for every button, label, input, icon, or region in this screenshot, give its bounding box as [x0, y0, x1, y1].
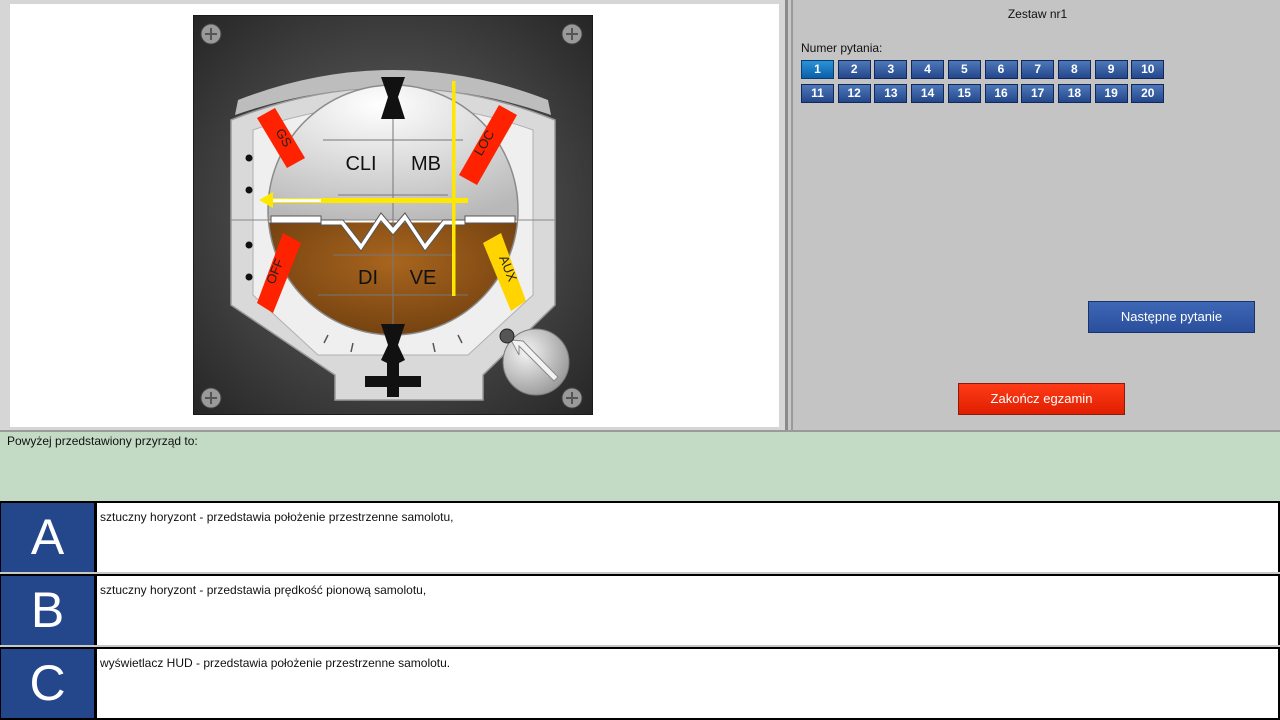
screw-icon [561, 23, 583, 45]
question-number-button[interactable]: 20 [1131, 84, 1165, 103]
question-number-button[interactable]: 9 [1094, 60, 1128, 79]
question-number-button[interactable]: 7 [1021, 60, 1055, 79]
answer-letter-b[interactable]: B [1, 576, 94, 645]
right-panel: Zestaw nr1 Numer pytania: 1 2 3 4 5 6 7 8 9 10 11 1… [791, 0, 1280, 430]
question-number-button[interactable]: 4 [911, 60, 945, 79]
answer-body-b[interactable]: sztuczny horyzont - przedstawia prędkość… [97, 576, 1278, 645]
question-number-button[interactable]: 19 [1094, 84, 1128, 103]
question-number-button[interactable]: 18 [1057, 84, 1091, 103]
question-number-button[interactable]: 13 [874, 84, 908, 103]
question-number-button[interactable]: 14 [911, 84, 945, 103]
question-text: Powyżej przedstawiony przyrząd to: [7, 434, 198, 448]
image-panel: CLI MB DI VE GS LOC OFF AUX [0, 0, 788, 430]
question-number-button[interactable]: 17 [1021, 84, 1055, 103]
answer-body-a[interactable]: sztuczny horyzont - przedstawia położeni… [97, 503, 1278, 572]
answer-text-b: sztuczny horyzont - przedstawia prędkość… [100, 583, 427, 597]
svg-text:CLI: CLI [345, 153, 376, 175]
answer-body-c[interactable]: wyświetlacz HUD - przedstawia położenie … [97, 649, 1278, 718]
answer-letter-a[interactable]: A [1, 503, 94, 572]
question-number-button[interactable]: 10 [1131, 60, 1165, 79]
screw-icon [200, 23, 222, 45]
ground-label-right: VE [410, 267, 437, 289]
next-question-button[interactable]: Następne pytanie [1088, 301, 1255, 333]
screw-icon [200, 387, 222, 409]
answer-text-a: sztuczny horyzont - przedstawia położeni… [100, 510, 454, 524]
question-bar: Powyżej przedstawiony przyrząd to: [0, 430, 1280, 501]
answer-option-c[interactable]: C wyświetlacz HUD - przedstawia położeni… [0, 647, 1280, 720]
question-number-button[interactable]: 5 [947, 60, 981, 79]
sky-label-left: CLI [345, 153, 376, 175]
question-number-label: Numer pytania: [801, 41, 883, 55]
image-frame: CLI MB DI VE GS LOC OFF AUX [10, 4, 779, 427]
answer-text-c: wyświetlacz HUD - przedstawia położenie … [100, 656, 451, 670]
question-number-button[interactable]: 15 [947, 84, 981, 103]
sky-label-right: MB [411, 153, 441, 175]
ground-label-left: DI [358, 267, 378, 289]
answer-option-b[interactable]: B sztuczny horyzont - przedstawia prędko… [0, 574, 1280, 645]
question-number-button[interactable]: 16 [984, 84, 1018, 103]
set-title: Zestaw nr1 [1007, 7, 1068, 21]
question-number-button[interactable]: 3 [874, 60, 908, 79]
screw-icon [561, 387, 583, 409]
question-number-button[interactable]: 12 [837, 84, 871, 103]
vertical-command-bar [452, 81, 456, 296]
question-number-button[interactable]: 2 [837, 60, 871, 79]
question-number-button[interactable]: 8 [1057, 60, 1091, 79]
question-number-button[interactable]: 11 [801, 84, 834, 103]
question-number-button[interactable]: 1 [801, 60, 834, 79]
question-number-button[interactable]: 6 [984, 60, 1018, 79]
answer-option-a[interactable]: A sztuczny horyzont - przedstawia położe… [0, 501, 1280, 572]
answer-letter-c[interactable]: C [1, 649, 94, 718]
attitude-indicator-image: CLI MB DI VE GS LOC OFF AUX [193, 15, 593, 415]
end-exam-button[interactable]: Zakończ egzamin [958, 383, 1125, 415]
